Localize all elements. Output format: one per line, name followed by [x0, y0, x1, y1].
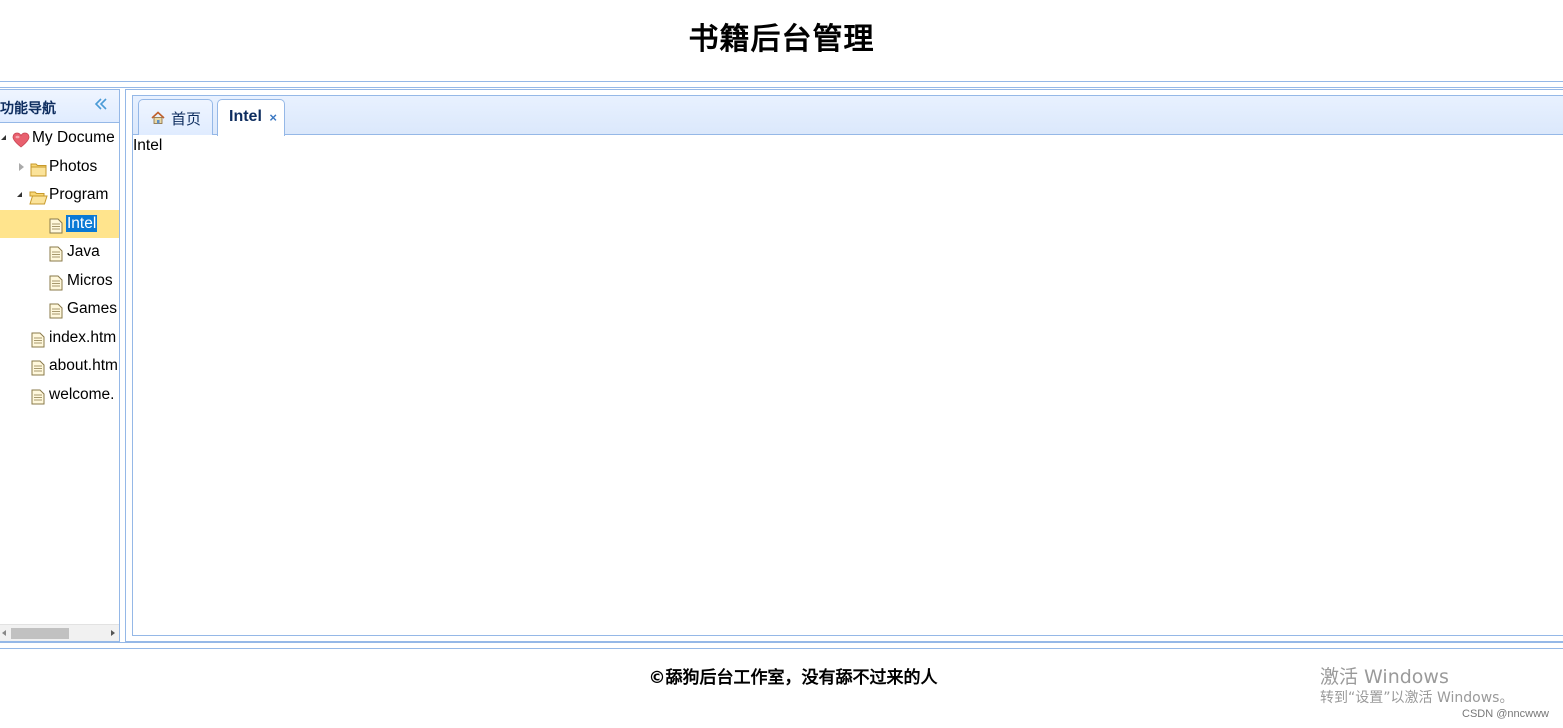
expand-toggle-icon[interactable]	[19, 163, 24, 171]
csdn-credit: CSDN @nncwww	[1462, 708, 1549, 720]
footer-text: ©舔狗后台工作室，没有舔不过来的人	[648, 668, 938, 688]
nav-panel: 功能导航 My Docume Photos Program Intel Java…	[0, 89, 120, 642]
tab-home[interactable]: 首页	[138, 99, 213, 135]
tree-node-my-documents[interactable]: My Docume	[0, 124, 119, 152]
tree-node-label: Intel	[66, 215, 98, 232]
page-title: 书籍后台管理	[688, 22, 875, 57]
tree-node-java[interactable]: Java	[0, 238, 119, 266]
expand-toggle-icon[interactable]	[1, 135, 6, 140]
bottom-divider	[0, 642, 1563, 649]
expand-toggle-icon[interactable]	[17, 192, 22, 197]
scroll-left-icon[interactable]	[2, 630, 6, 636]
tree-node-welcome-html[interactable]: welcome.	[0, 381, 119, 409]
folder-icon	[30, 159, 47, 177]
file-icon	[31, 358, 47, 376]
watermark-subtitle: 转到“设置”以激活 Windows。	[1320, 690, 1514, 706]
tree-node-label: Games	[67, 300, 117, 317]
tree-node-label: Micros	[67, 272, 113, 289]
tree-node-label: index.htm	[49, 329, 117, 346]
scrollbar-thumb[interactable]	[11, 628, 69, 639]
tab-content: Intel	[133, 136, 1563, 635]
heart-icon	[12, 130, 30, 148]
tree-node-label: Photos	[49, 158, 98, 175]
tree-node-photos[interactable]: Photos	[0, 153, 119, 181]
file-icon	[49, 216, 65, 234]
tabs-header: 首页 Intel ×	[133, 96, 1563, 136]
tree-node-label: Java	[67, 243, 100, 260]
tab-intel[interactable]: Intel ×	[217, 99, 285, 136]
file-icon	[49, 301, 65, 319]
file-icon	[31, 330, 47, 348]
horizontal-scrollbar[interactable]	[0, 624, 119, 641]
nav-panel-header: 功能导航	[0, 90, 119, 123]
file-icon	[49, 273, 65, 291]
tree-node-microsoft-office[interactable]: Micros	[0, 267, 119, 295]
tree-node-label: My Docume	[32, 129, 115, 146]
close-icon[interactable]: ×	[269, 110, 277, 125]
tree-node-index-html[interactable]: index.htm	[0, 324, 119, 352]
tree-node-label: about.htm	[49, 357, 118, 374]
folder-open-icon	[29, 187, 48, 205]
windows-activation-watermark: 激活 Windows 转到“设置”以激活 Windows。	[1320, 664, 1513, 708]
file-icon	[49, 244, 65, 262]
tree-node-label: Program	[49, 186, 109, 203]
scroll-right-icon[interactable]	[111, 630, 115, 636]
tree-node-label: welcome.	[49, 386, 115, 403]
watermark-title: 激活 Windows	[1320, 666, 1449, 688]
tab-label: Intel	[229, 108, 262, 125]
top-divider	[0, 81, 1563, 88]
home-icon	[151, 111, 165, 125]
tabs-container: 首页 Intel × Intel	[132, 95, 1563, 636]
nav-panel-title: 功能导航	[0, 101, 56, 117]
nav-tree: My Docume Photos Program Intel Java Micr…	[0, 124, 119, 624]
tree-node-intel[interactable]: Intel	[0, 210, 119, 238]
content-text: Intel	[133, 137, 163, 154]
double-chevron-left-icon[interactable]	[93, 96, 109, 112]
main-panel: 首页 Intel × Intel	[125, 89, 1563, 642]
tree-node-about-html[interactable]: about.htm	[0, 352, 119, 380]
page-header: 书籍后台管理	[0, 0, 1563, 80]
file-icon	[31, 387, 47, 405]
tree-node-games[interactable]: Games	[0, 295, 119, 323]
tree-node-program[interactable]: Program	[0, 181, 119, 209]
tab-label: 首页	[171, 110, 202, 128]
